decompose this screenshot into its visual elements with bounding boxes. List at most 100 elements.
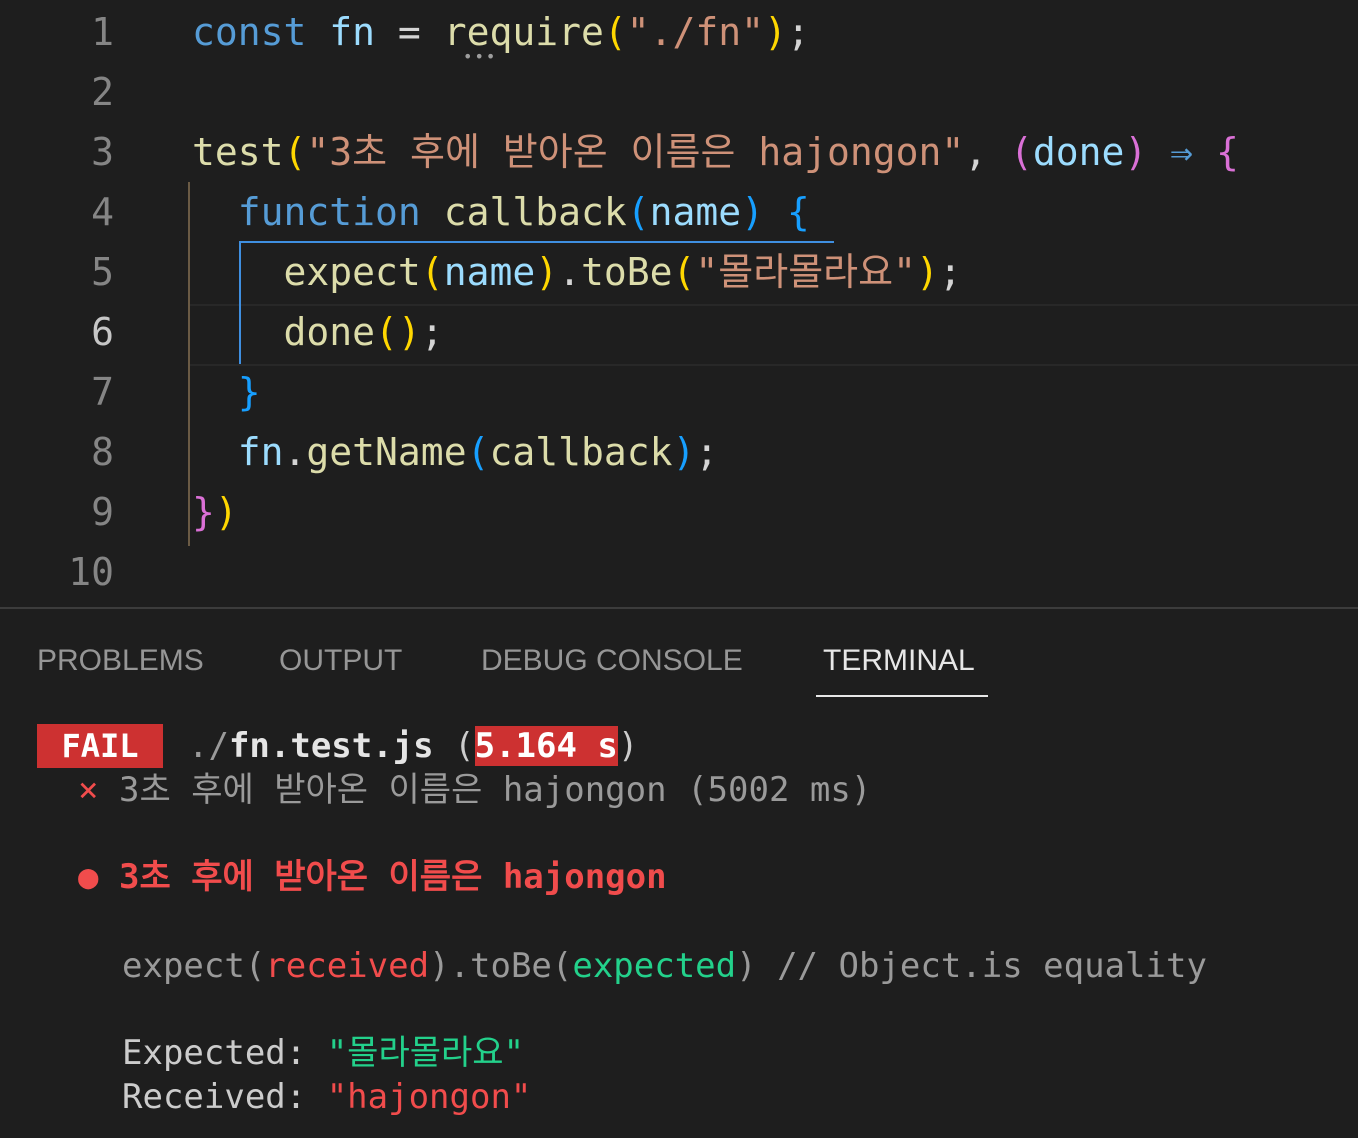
code-token: ⇒ <box>1170 130 1194 174</box>
code-token: () <box>375 310 421 354</box>
expected-label: Expected: <box>122 1033 327 1073</box>
bottom-panel: PROBLEMS OUTPUT DEBUG CONSOLE TERMINAL F… <box>0 609 1358 1138</box>
line-number: 8 <box>91 430 114 474</box>
received-row: Received: "hajongon" <box>122 1072 531 1122</box>
line-code: test("3초 후에 받아온 이름은 hajongon", (done) ⇒ … <box>192 122 1239 182</box>
code-token: ) <box>764 10 787 54</box>
code-token: callback <box>489 430 673 474</box>
code-line[interactable]: 6 done(); <box>0 302 1358 362</box>
code-token: ( <box>420 250 444 294</box>
code-line[interactable]: 5 expect(name).toBe("몰라몰라요"); <box>0 242 1358 302</box>
code-line[interactable]: 8 fn.getName(callback); <box>0 422 1358 482</box>
code-token: ) <box>741 190 765 234</box>
line-code: }) <box>192 482 238 542</box>
bullet-icon: ● <box>78 857 99 897</box>
line-number: 2 <box>91 70 114 114</box>
tab-debug-console[interactable]: DEBUG CONSOLE <box>481 639 743 683</box>
code-token: } <box>237 370 261 414</box>
test-case-text: 3초 후에 받아온 이름은 hajongon (5002 ms) <box>118 770 872 810</box>
line-code: } <box>192 362 261 422</box>
test-case-line: × 3초 후에 받아온 이름은 hajongon (5002 ms) <box>78 765 871 815</box>
fail-x-icon: × <box>78 770 99 810</box>
code-token: ( <box>283 130 307 174</box>
matcher-received: received <box>265 946 430 986</box>
hint-squiggle[interactable]: ••• <box>463 49 497 65</box>
code-token: ( <box>466 430 490 474</box>
line-number: 1 <box>91 10 114 54</box>
code-token: ( <box>672 250 696 294</box>
code-token: { <box>1215 130 1239 174</box>
expected-row: Expected: "몰라몰라요" <box>122 1028 524 1078</box>
line-number: 3 <box>91 130 114 174</box>
code-editor[interactable]: 1 const fn = require("./fn"); 2 3 test("3초 후… <box>0 0 1358 607</box>
code-token: ( <box>603 10 627 54</box>
line-number: 5 <box>91 250 114 294</box>
duration-value: 5.164 s <box>474 726 618 766</box>
code-line[interactable]: 4 function callback(name) { <box>0 182 1358 242</box>
failed-test-name: 3초 후에 받아온 이름은 hajongon <box>118 857 667 897</box>
active-tab-indicator <box>816 695 988 697</box>
code-token: ) <box>535 250 559 294</box>
code-token: "./fn" <box>626 10 765 54</box>
line-number: 6 <box>91 310 114 354</box>
code-line[interactable]: 2 <box>0 62 1358 122</box>
code-token: ; <box>695 430 719 474</box>
expected-value: "몰라몰라요" <box>326 1033 525 1073</box>
code-token: = <box>375 10 444 54</box>
tab-output[interactable]: OUTPUT <box>279 639 402 683</box>
code-token: done <box>1032 130 1125 174</box>
duration-open: ( <box>433 726 475 766</box>
code-token: ) <box>915 250 939 294</box>
code-line[interactable]: 10 <box>0 542 1358 602</box>
code-token: ( <box>1009 130 1033 174</box>
line-number: 9 <box>91 490 114 534</box>
code-token: done <box>283 310 376 354</box>
code-token: expect <box>283 250 421 294</box>
code-token: getName <box>306 430 467 474</box>
line-code: const fn = require("./fn"); <box>192 2 810 62</box>
code-token: callback <box>443 190 627 234</box>
line-code: done(); <box>192 302 444 362</box>
code-line[interactable]: 3 test("3초 후에 받아온 이름은 hajongon", (done) ⇒… <box>0 122 1358 182</box>
code-token: ; <box>786 10 810 54</box>
code-token: ; <box>938 250 962 294</box>
code-token: fn <box>237 430 284 474</box>
line-code: function callback(name) { <box>192 182 810 242</box>
code-token: , <box>964 130 1010 174</box>
code-token: } <box>192 490 215 534</box>
code-token: function <box>237 190 421 234</box>
code-token: ) <box>672 430 696 474</box>
code-line[interactable]: 7 } <box>0 362 1358 422</box>
matcher-comment: ) // Object.is equality <box>736 946 1207 986</box>
code-token: ) <box>1124 130 1148 174</box>
file-path-prefix: ./ <box>188 726 229 766</box>
tab-problems[interactable]: PROBLEMS <box>37 639 204 683</box>
code-line[interactable]: 9}) <box>0 482 1358 542</box>
tab-terminal[interactable]: TERMINAL <box>823 639 975 683</box>
test-file-result: ./fn.test.js (5.164 s) <box>188 721 638 771</box>
failed-test-title: ● 3초 후에 받아온 이름은 hajongon <box>78 852 667 902</box>
code-token: ( <box>626 190 650 234</box>
code-token: ) <box>214 490 238 534</box>
code-token: . <box>558 250 581 294</box>
code-token: name <box>649 190 742 234</box>
received-value: "hajongon" <box>326 1077 532 1117</box>
code-token: . <box>283 430 307 474</box>
line-code: expect(name).toBe("몰라몰라요"); <box>192 242 962 302</box>
line-number: 7 <box>91 370 114 414</box>
code-line[interactable]: 1 const fn = require("./fn"); <box>0 2 1358 62</box>
line-code: fn.getName(callback); <box>192 422 719 482</box>
code-token: ; <box>420 310 444 354</box>
received-label: Received: <box>122 1077 327 1117</box>
matcher-expected: expected <box>572 946 737 986</box>
code-token: test <box>192 130 284 174</box>
